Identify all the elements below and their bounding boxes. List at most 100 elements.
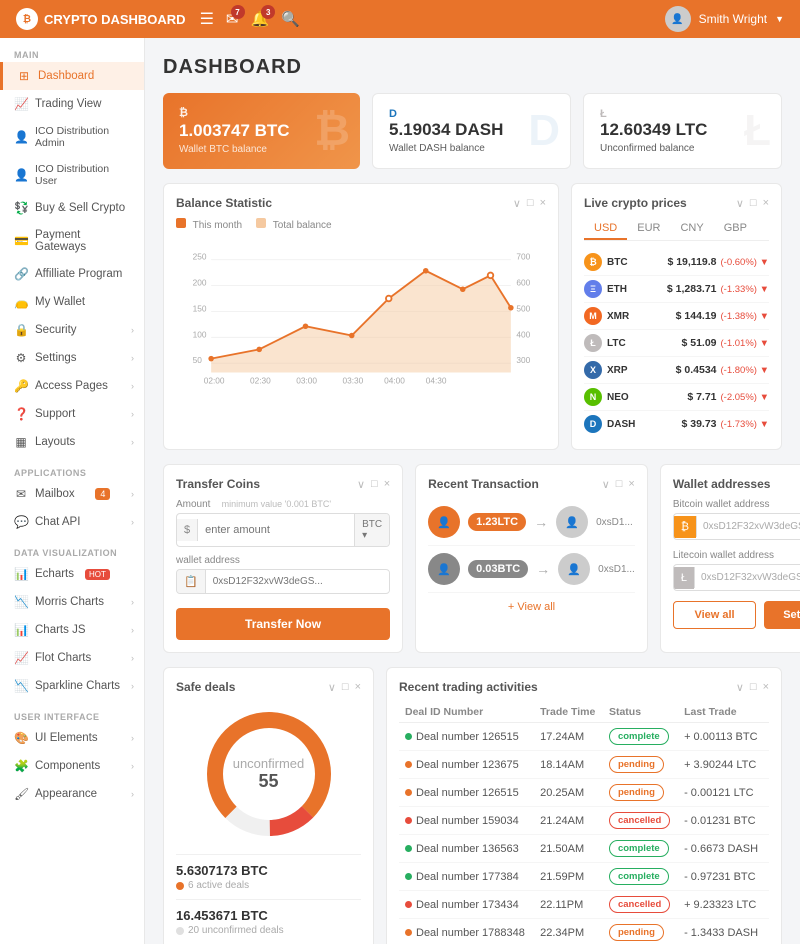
crypto-row-btc: ₿ BTC $ 19,119.8 (-0.60%) ▼ <box>584 249 769 276</box>
transfer-now-button[interactable]: Transfer Now <box>176 608 390 640</box>
sidebar-label-chat: Chat API <box>35 516 80 528</box>
sidebar-item-dashboard[interactable]: ⊞ Dashboard <box>0 62 144 90</box>
close-icon3[interactable]: × <box>384 478 390 491</box>
window-icon7[interactable]: □ <box>750 681 757 694</box>
wallet-card-ltc: Ł 12.60349 LTC Unconfirmed balance Ł <box>583 93 782 169</box>
td-deal-id: Deal number 136563 <box>399 835 534 863</box>
window-icon4[interactable]: □ <box>616 478 623 491</box>
window-icon[interactable]: □ <box>527 197 534 210</box>
wallet-address-input[interactable] <box>206 571 389 592</box>
chevron-down-icon6[interactable]: ∨ <box>328 681 336 694</box>
payment-icon: 💳 <box>14 234 28 248</box>
sidebar-label-settings: Settings <box>35 352 77 364</box>
chevron-right-icon6: › <box>131 489 134 499</box>
deal-status-dot <box>405 929 412 936</box>
sparkline-icon: 📉 <box>14 679 28 693</box>
window-icon6[interactable]: □ <box>342 681 349 694</box>
layout: MAIN ⊞ Dashboard 📈 Trading View 👤 ICO Di… <box>0 38 800 944</box>
td-deal-id: Deal number 1788348 <box>399 919 534 944</box>
safe-stat-amount-unconfirmed: 16.453671 BTC <box>176 908 361 923</box>
sidebar-label-buy-sell: Buy & Sell Crypto <box>35 202 125 214</box>
sidebar-item-security[interactable]: 🔒 Security › <box>0 316 144 344</box>
btc-suffix[interactable]: BTC ▾ <box>354 514 389 546</box>
close-icon[interactable]: × <box>540 197 546 210</box>
settings-button[interactable]: Settings <box>764 601 800 629</box>
sidebar-item-chat[interactable]: 💬 Chat API › <box>0 508 144 536</box>
close-icon2[interactable]: × <box>763 197 769 210</box>
view-all-tx[interactable]: + View all <box>428 593 635 615</box>
crypto-row-dash: D DASH $ 39.73 (-1.73%) ▼ <box>584 411 769 437</box>
chart-area: 250 200 150 100 50 700 600 500 400 300 <box>176 237 546 397</box>
sidebar-item-ui-elements[interactable]: 🎨 UI Elements › <box>0 724 144 752</box>
search-icon[interactable]: 🔍 <box>281 10 300 28</box>
sidebar-item-support[interactable]: ❓ Support › <box>0 400 144 428</box>
sidebar-item-wallet[interactable]: 👝 My Wallet <box>0 288 144 316</box>
window-icon3[interactable]: □ <box>371 478 378 491</box>
sidebar-item-appearance[interactable]: 🖌 Appearance › <box>0 780 144 808</box>
chevron-right-icon3: › <box>131 381 134 391</box>
table-row: Deal number 1788348 22.34PM pending - 1.… <box>399 919 769 944</box>
topbar: ₿ CRYPTO DASHBOARD ☰ ✉ 7 🔔 3 🔍 👤 Smith W… <box>0 0 800 38</box>
chevron-down-icon4[interactable]: ∨ <box>602 478 610 491</box>
mailbox-icon: ✉ <box>14 487 28 501</box>
tx-row-1: 👤 1.23LTC → 👤 0xsD1... <box>428 499 635 546</box>
sidebar-item-chartjs[interactable]: 📊 Charts JS › <box>0 616 144 644</box>
tab-eur[interactable]: EUR <box>627 218 670 240</box>
sidebar-item-components[interactable]: 🧩 Components › <box>0 752 144 780</box>
wallet-addr-title: Wallet addresses <box>673 477 771 491</box>
notification-icon[interactable]: 🔔 3 <box>251 10 270 28</box>
sidebar-item-settings[interactable]: ⚙ Settings › <box>0 344 144 372</box>
crypto-coin-ltc: Ł LTC <box>584 334 624 352</box>
donut-label-text: unconfirmed <box>233 756 305 771</box>
message-icon[interactable]: ✉ 7 <box>226 10 239 28</box>
td-trade-time: 20.25AM <box>534 779 603 807</box>
sidebar-item-buy-sell[interactable]: 💱 Buy & Sell Crypto <box>0 194 144 222</box>
sidebar-item-trading-view[interactable]: 📈 Trading View <box>0 90 144 118</box>
sidebar-item-sparkline[interactable]: 📉 Sparkline Charts › <box>0 672 144 700</box>
amount-hint: minimum value '0.001 BTC' <box>222 499 331 509</box>
sidebar-label-sparkline: Sparkline Charts <box>35 680 120 692</box>
sidebar-item-layouts[interactable]: ▦ Layouts › <box>0 428 144 456</box>
sidebar-item-flot[interactable]: 📈 Flot Charts › <box>0 644 144 672</box>
chevron-down-icon[interactable]: ∨ <box>513 197 521 210</box>
tab-gbp[interactable]: GBP <box>714 218 757 240</box>
td-status: cancelled <box>603 807 678 835</box>
svg-text:150: 150 <box>193 303 207 313</box>
amount-input[interactable] <box>198 519 354 541</box>
view-all-button[interactable]: View all <box>673 601 756 629</box>
sidebar-item-affiliate[interactable]: 🔗 Affilliate Program <box>0 260 144 288</box>
window-icon2[interactable]: □ <box>750 197 757 210</box>
access-icon: 🔑 <box>14 379 28 393</box>
close-icon4[interactable]: × <box>628 478 634 491</box>
sidebar-item-morris[interactable]: 📉 Morris Charts › <box>0 588 144 616</box>
chevron-right-icon5: › <box>131 437 134 447</box>
status-badge: complete <box>609 840 669 857</box>
chevron-down-icon7[interactable]: ∨ <box>736 681 744 694</box>
sidebar-item-ico-admin[interactable]: 👤 ICO Distribution Admin <box>0 118 144 156</box>
menu-icon[interactable]: ☰ <box>200 9 214 29</box>
close-icon6[interactable]: × <box>355 681 361 694</box>
sidebar-item-echarts[interactable]: 📊 Echarts HOT <box>0 560 144 588</box>
dollar-sign: $ <box>177 519 198 541</box>
sidebar-item-access[interactable]: 🔑 Access Pages › <box>0 372 144 400</box>
td-deal-id: Deal number 159034 <box>399 807 534 835</box>
ltc-addr-row: Ł 0xsD12F32xvW3deGS... ⧉ <box>673 564 800 591</box>
balance-chart-header: Balance Statistic ∨ □ × <box>176 196 546 210</box>
tab-cny[interactable]: CNY <box>670 218 713 240</box>
sidebar-item-payment[interactable]: 💳 Payment Gateways <box>0 222 144 260</box>
chevron-down-icon3[interactable]: ∨ <box>357 478 365 491</box>
svg-text:250: 250 <box>193 252 207 262</box>
close-icon7[interactable]: × <box>763 681 769 694</box>
ltc-bg-icon: Ł <box>744 106 771 156</box>
tab-usd[interactable]: USD <box>584 218 627 240</box>
recent-tx-controls: ∨ □ × <box>602 478 635 491</box>
safe-deals-header: Safe deals ∨ □ × <box>176 680 361 694</box>
sidebar-label-access: Access Pages <box>35 380 108 392</box>
td-trade-time: 22.34PM <box>534 919 603 944</box>
chevron-down-icon2[interactable]: ∨ <box>736 197 744 210</box>
sidebar-item-ico-user[interactable]: 👤 ICO Distribution User <box>0 156 144 194</box>
sidebar-item-mailbox[interactable]: ✉ Mailbox 4 › <box>0 480 144 508</box>
appearance-icon: 🖌 <box>14 787 28 801</box>
td-trade-time: 21.59PM <box>534 863 603 891</box>
safe-deals-title: Safe deals <box>176 680 235 694</box>
